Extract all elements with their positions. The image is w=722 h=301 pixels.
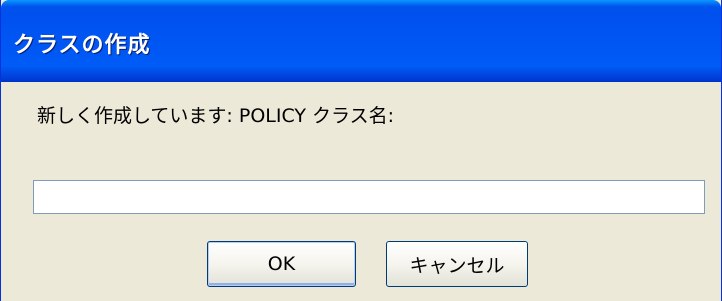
- cancel-button[interactable]: キャンセル: [386, 241, 528, 287]
- class-name-prompt: 新しく作成しています: POLICY クラス名:: [37, 105, 395, 127]
- dialog-title: クラスの作成: [13, 33, 151, 58]
- class-name-input[interactable]: [33, 180, 705, 214]
- create-class-dialog: クラスの作成 新しく作成しています: POLICY クラス名: OK キャンセル: [0, 0, 722, 301]
- dialog-titlebar[interactable]: クラスの作成: [1, 0, 721, 82]
- ok-button[interactable]: OK: [207, 241, 356, 287]
